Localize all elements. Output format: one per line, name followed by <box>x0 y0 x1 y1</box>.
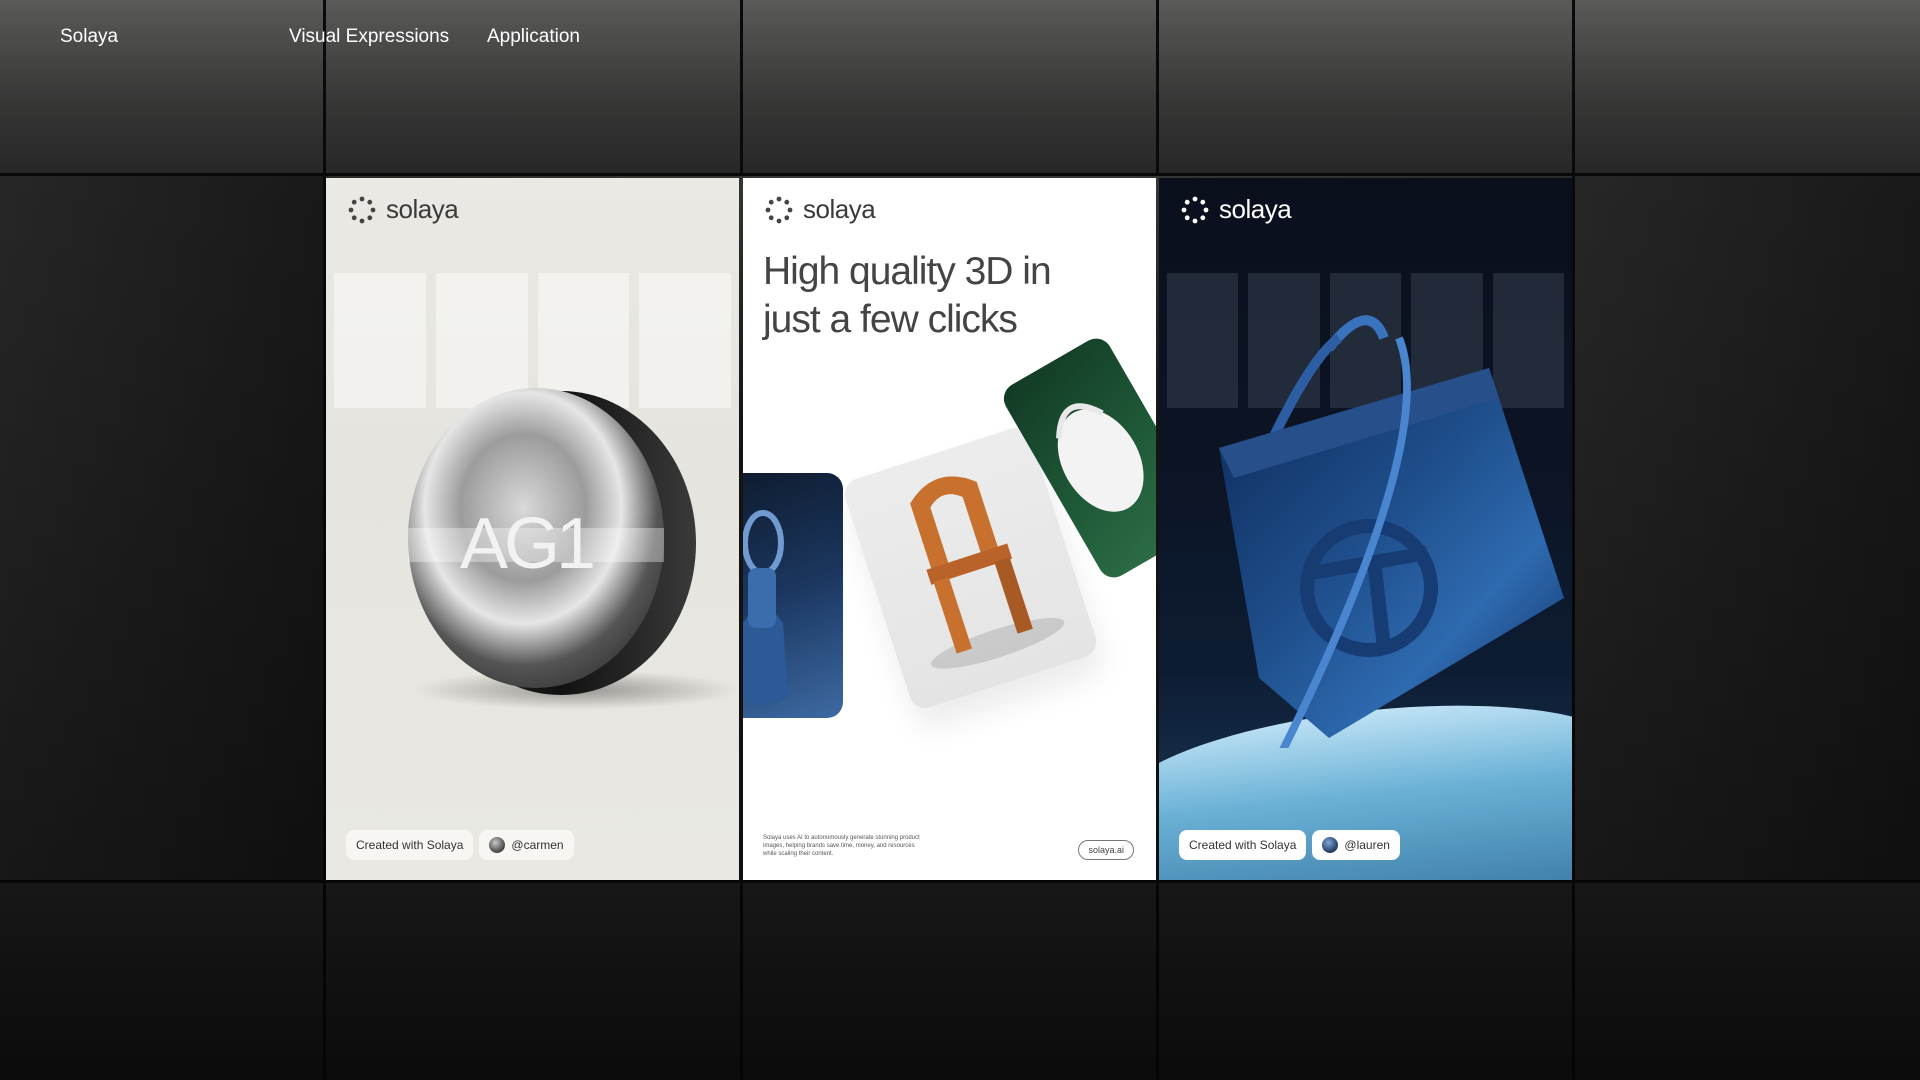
brand-name[interactable]: Solaya <box>60 26 118 48</box>
avatar <box>489 837 506 853</box>
created-with-badge: Created with Solaya <box>346 830 474 860</box>
username: @carmen <box>511 838 564 852</box>
website-link[interactable]: solaya.ai <box>1078 840 1134 860</box>
card-credit-pills: Created with Solaya @carmen <box>346 830 574 860</box>
nav-link-application[interactable]: Application <box>487 26 580 48</box>
grid-tile <box>1572 173 1920 883</box>
top-nav: Solaya Visual Expressions Application <box>0 26 1920 50</box>
nav-link-visual-expressions[interactable]: Visual Expressions <box>289 26 449 48</box>
card-credit-pills: Created with Solaya @lauren <box>1179 830 1400 860</box>
card-description: Solaya uses AI to autonomously generate … <box>763 835 920 857</box>
grid-tile <box>323 880 743 1080</box>
headline-line-2: just a few clicks <box>763 298 1018 341</box>
avatar <box>1322 837 1339 853</box>
grid-tile <box>1572 880 1920 1080</box>
logo-wordmark: solaya <box>803 194 876 224</box>
showcase-stage: Solaya Visual Expressions Application so… <box>0 0 1920 1080</box>
blue-sandal-thumbnail <box>743 473 843 718</box>
user-badge[interactable]: @carmen <box>479 830 574 860</box>
showcase-card-bag[interactable]: solaya Created with Solaya @lauren <box>1159 178 1572 880</box>
blue-shopping-bag-image <box>1219 315 1564 748</box>
logo-wordmark: solaya <box>386 194 459 224</box>
solaya-logo-icon <box>765 196 793 223</box>
created-with-badge: Created with Solaya <box>1179 830 1307 860</box>
grid-tile <box>1156 880 1575 1080</box>
ag1-metal-puck-image: AG1 <box>408 388 696 695</box>
card-logo: solaya <box>348 194 459 225</box>
grid-tile <box>740 880 1159 1080</box>
showcase-card-ag1[interactable]: solaya AG1 Created with Solaya @carmen <box>326 178 739 880</box>
card-headline: High quality 3D in just a few clicks <box>763 248 1143 344</box>
user-badge[interactable]: @lauren <box>1312 830 1400 860</box>
ag1-text: AG1 <box>460 504 593 584</box>
logo-wordmark: solaya <box>1219 194 1292 224</box>
card-logo: solaya <box>1181 194 1292 225</box>
showcase-card-3d[interactable]: solaya High quality 3D in just a few cli… <box>743 178 1156 880</box>
grid-tile <box>0 880 326 1080</box>
headline-line-1: High quality 3D in <box>763 250 1052 293</box>
solaya-logo-icon <box>1181 196 1209 223</box>
username: @lauren <box>1344 838 1390 852</box>
card-logo: solaya <box>765 194 876 225</box>
grid-tile <box>0 173 326 883</box>
solaya-logo-icon <box>348 196 376 223</box>
